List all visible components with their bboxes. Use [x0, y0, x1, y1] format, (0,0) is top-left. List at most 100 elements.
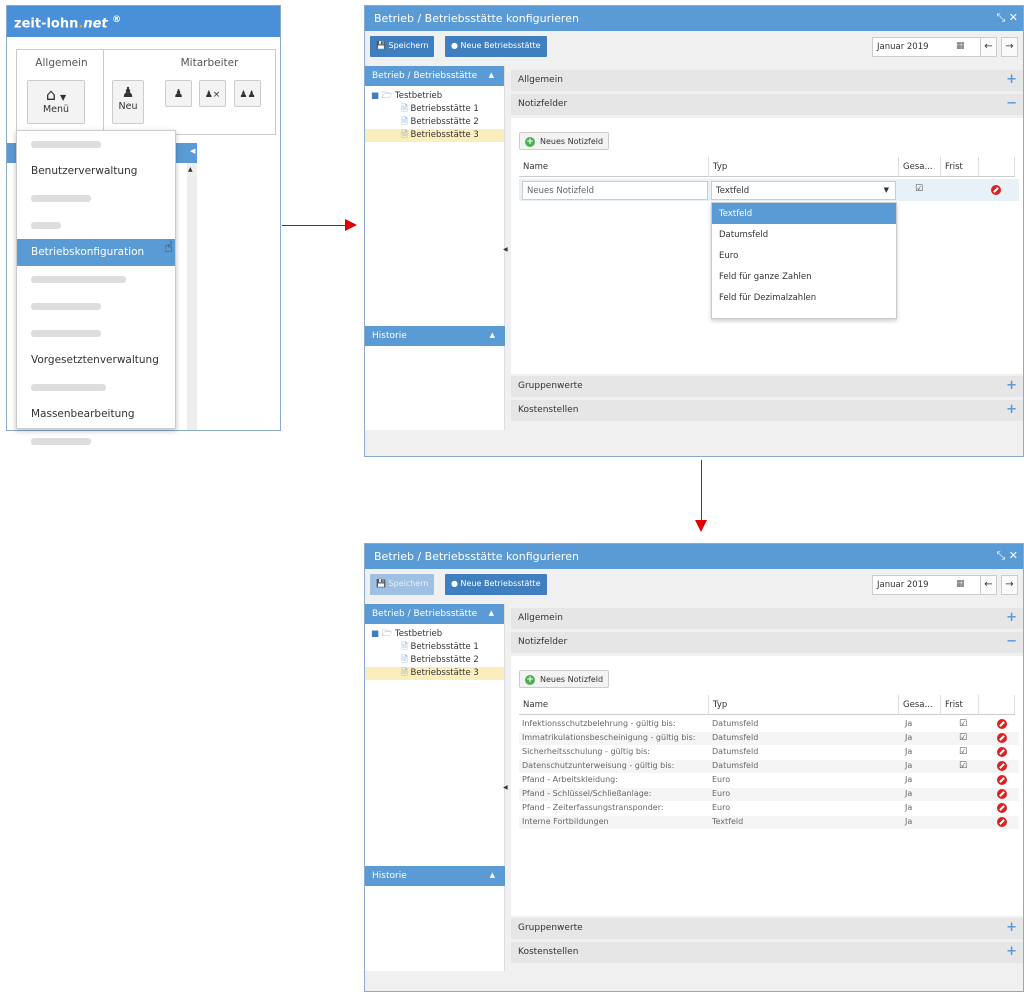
- menu-item[interactable]: Benutzerverwaltung: [17, 158, 175, 185]
- gesa-checkbox[interactable]: ☑: [915, 184, 923, 194]
- scrollbar[interactable]: [187, 163, 197, 430]
- delete-icon[interactable]: [997, 775, 1007, 785]
- dialog-title: Betrieb / Betriebsstätte konfigurieren: [374, 550, 579, 563]
- sidebar-header-label: Betrieb / Betriebsstätte: [372, 609, 478, 619]
- table-row[interactable]: Sicherheitsschulung - gültig bis: Datumsf…: [519, 746, 1019, 759]
- history-header[interactable]: Historie ▲: [365, 326, 505, 346]
- section-gruppenwerte[interactable]: Gruppenwerte +: [511, 376, 1023, 397]
- frist-check-icon[interactable]: ☑: [959, 719, 967, 729]
- menu-item-redacted[interactable]: [17, 185, 175, 212]
- menu-item[interactable]: Vorgesetztenverwaltung: [17, 347, 175, 374]
- delete-icon[interactable]: [997, 733, 1007, 743]
- splitter-icon[interactable]: ◀: [503, 246, 508, 253]
- menu-item[interactable]: Betriebskonfiguration: [17, 239, 175, 266]
- col-header-frist[interactable]: Frist: [941, 695, 979, 715]
- tree-item-selected[interactable]: 🗎 Betriebsstätte 3: [365, 667, 504, 680]
- new-note-field-button[interactable]: + Neues Notizfeld: [519, 670, 610, 688]
- menu-item-redacted[interactable]: [17, 212, 175, 239]
- tree-root[interactable]: ■ 🗁 Testbetrieb: [365, 90, 504, 103]
- new-note-field-button[interactable]: + Neues Notizfeld: [519, 132, 610, 150]
- toolbar: 💾 Speichern ● Neue Betriebsstätte Januar…: [365, 31, 1023, 61]
- calendar-icon[interactable]: ▦: [956, 41, 965, 51]
- window-controls[interactable]: ⤡ ✕: [996, 11, 1018, 25]
- calendar-icon[interactable]: ▦: [956, 579, 965, 589]
- delete-icon[interactable]: [997, 803, 1007, 813]
- tree-item[interactable]: 🗎 Betriebsstätte 2: [365, 654, 504, 667]
- collapse-icon: −: [1006, 96, 1017, 111]
- user-group-button[interactable]: ♟♟: [234, 80, 261, 107]
- save-icon: 💾: [376, 41, 386, 50]
- col-header-gesa[interactable]: Gesa...: [899, 157, 941, 177]
- dropdown-option[interactable]: Datumsfeld: [712, 224, 896, 245]
- brand-name: zeit-lohn: [14, 16, 79, 32]
- date-picker[interactable]: Januar 2019: [872, 37, 982, 57]
- next-month-button[interactable]: →: [1001, 575, 1018, 595]
- delete-icon[interactable]: [991, 185, 1001, 195]
- tree-item-selected[interactable]: 🗎 Betriebsstätte 3: [365, 129, 504, 142]
- delete-icon[interactable]: [997, 761, 1007, 771]
- prev-month-button[interactable]: ←: [980, 37, 997, 57]
- menu-button[interactable]: ⌂ ▼ Menü: [27, 80, 85, 124]
- tree-root[interactable]: ■ 🗁 Testbetrieb: [365, 628, 504, 641]
- splitter-icon[interactable]: ◀: [503, 784, 508, 791]
- menu-item-redacted[interactable]: [17, 320, 175, 347]
- dialog-titlebar: Betrieb / Betriebsstätte konfigurieren ⤡…: [365, 544, 1023, 569]
- section-notizfelder[interactable]: Notizfelder −: [511, 632, 1023, 653]
- table-row[interactable]: Pfand - Schlüssel/Schließanlage: Euro Ja: [519, 788, 1019, 801]
- section-kostenstellen[interactable]: Kostenstellen +: [511, 942, 1023, 963]
- sidebar-header[interactable]: Betrieb / Betriebsstätte ▲: [365, 604, 504, 624]
- dropdown-option[interactable]: Euro: [712, 245, 896, 266]
- section-allgemein[interactable]: Allgemein +: [511, 70, 1023, 91]
- sidebar-header[interactable]: Betrieb / Betriebsstätte ▲: [365, 66, 504, 86]
- menu-item[interactable]: Massenbearbeitung: [17, 401, 175, 428]
- dropdown-option[interactable]: Textfeld: [712, 203, 896, 224]
- type-select[interactable]: Textfeld ▼: [711, 181, 896, 200]
- user-icon-button[interactable]: ♟: [165, 80, 192, 107]
- date-picker[interactable]: Januar 2019: [872, 575, 982, 595]
- col-header-gesa[interactable]: Gesa...: [899, 695, 941, 715]
- new-site-button[interactable]: ● Neue Betriebsstätte: [445, 36, 547, 57]
- menu-item-redacted[interactable]: [17, 131, 175, 158]
- dropdown-option[interactable]: Feld für Dezimalzahlen: [712, 287, 896, 308]
- window-controls[interactable]: ⤡ ✕: [996, 549, 1018, 563]
- history-header[interactable]: Historie ▲: [365, 866, 505, 886]
- next-month-button[interactable]: →: [1001, 37, 1018, 57]
- name-input[interactable]: Neues Notizfeld: [522, 181, 708, 200]
- table-row[interactable]: Pfand - Zeiterfassungstransponder: Euro Ja: [519, 802, 1019, 815]
- col-header-typ[interactable]: Typ: [709, 157, 899, 177]
- table-row[interactable]: Immatrikulationsbescheinigung - gültig b…: [519, 732, 1019, 745]
- save-button[interactable]: 💾 Speichern: [370, 574, 435, 595]
- col-header-name[interactable]: Name: [519, 157, 709, 177]
- prev-month-button[interactable]: ←: [980, 575, 997, 595]
- delete-icon[interactable]: [997, 719, 1007, 729]
- save-button[interactable]: 💾 Speichern: [370, 36, 435, 57]
- new-site-button[interactable]: ● Neue Betriebsstätte: [445, 574, 547, 595]
- table-row[interactable]: Infektionsschutzbelehrung - gültig bis: D…: [519, 718, 1019, 731]
- table-row[interactable]: Interne Fortbildungen Textfeld Ja: [519, 816, 1019, 829]
- section-allgemein[interactable]: Allgemein +: [511, 608, 1023, 629]
- remove-user-button[interactable]: ♟×: [199, 80, 226, 107]
- dropdown-option[interactable]: Feld für ganze Zahlen: [712, 266, 896, 287]
- section-gruppenwerte[interactable]: Gruppenwerte +: [511, 918, 1023, 939]
- delete-icon[interactable]: [997, 747, 1007, 757]
- frist-check-icon[interactable]: ☑: [959, 747, 967, 757]
- menu-item-redacted[interactable]: [17, 293, 175, 320]
- frist-check-icon[interactable]: ☑: [959, 733, 967, 743]
- menu-item-redacted[interactable]: [17, 374, 175, 401]
- new-employee-button[interactable]: ♟ Neu: [112, 80, 144, 124]
- table-row[interactable]: Pfand - Arbeitskleidung: Euro Ja: [519, 774, 1019, 787]
- col-header-name[interactable]: Name: [519, 695, 709, 715]
- menu-item-redacted[interactable]: [17, 428, 175, 455]
- delete-icon[interactable]: [997, 789, 1007, 799]
- menu-item-redacted[interactable]: [17, 266, 175, 293]
- tree-item[interactable]: 🗎 Betriebsstätte 1: [365, 103, 504, 116]
- tree-item[interactable]: 🗎 Betriebsstätte 1: [365, 641, 504, 654]
- section-notizfelder[interactable]: Notizfelder −: [511, 94, 1023, 115]
- col-header-frist[interactable]: Frist: [941, 157, 979, 177]
- delete-icon[interactable]: [997, 817, 1007, 827]
- section-kostenstellen[interactable]: Kostenstellen +: [511, 400, 1023, 421]
- tree-item[interactable]: 🗎 Betriebsstätte 2: [365, 116, 504, 129]
- frist-check-icon[interactable]: ☑: [959, 761, 967, 771]
- col-header-typ[interactable]: Typ: [709, 695, 899, 715]
- table-row[interactable]: Datenschutzunterweisung - gültig bis: Dat…: [519, 760, 1019, 773]
